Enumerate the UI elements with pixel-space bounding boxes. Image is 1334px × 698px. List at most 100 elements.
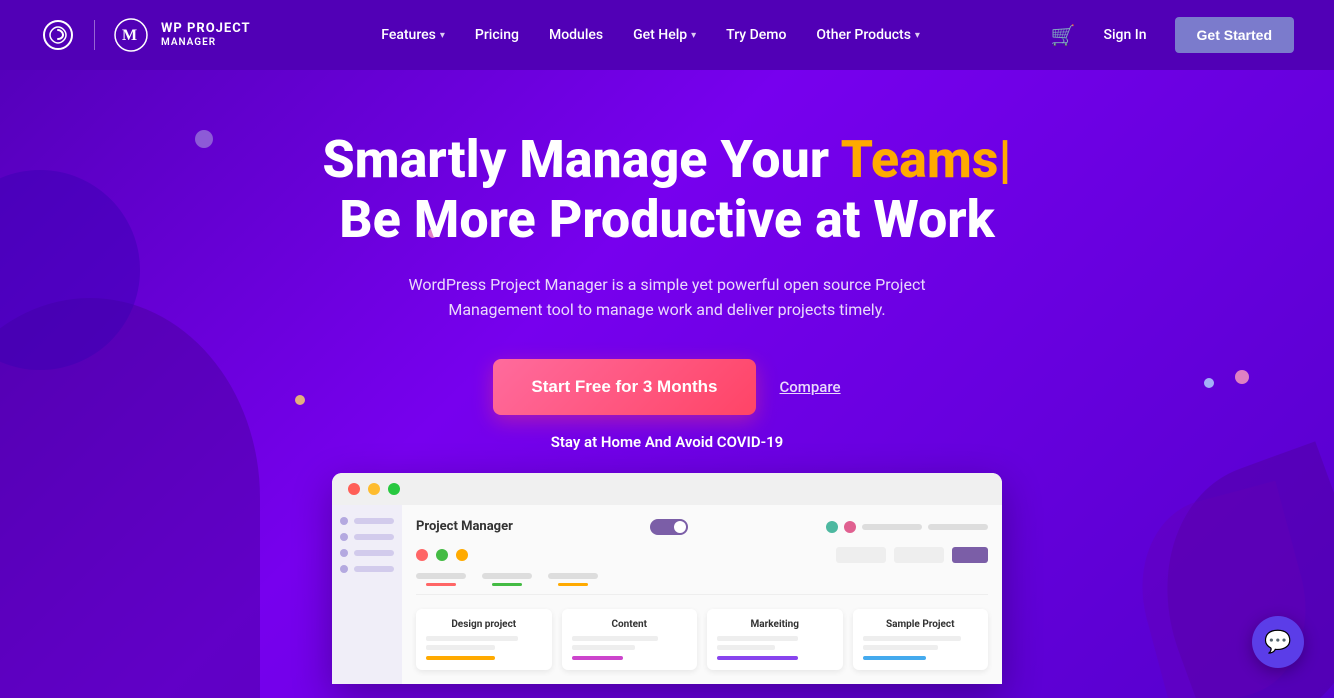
pm-card-line xyxy=(717,636,798,641)
sidebar-line xyxy=(354,566,394,572)
app-main: Project Manager xyxy=(402,505,1002,684)
pm-card-3: Markeiting xyxy=(707,609,843,670)
pm-card-1: Design project xyxy=(416,609,552,670)
pm-filter-pill1 xyxy=(836,547,886,563)
nav-try-demo[interactable]: Try Demo xyxy=(714,19,798,51)
sidebar-row xyxy=(340,533,394,541)
cart-icon[interactable]: 🛒 xyxy=(1051,23,1076,47)
sidebar-line xyxy=(354,518,394,524)
get-started-button[interactable]: Get Started xyxy=(1175,17,1294,53)
titlebar-dot-red xyxy=(348,483,360,495)
pm-card-line xyxy=(863,636,961,641)
nav-get-help[interactable]: Get Help ▾ xyxy=(621,19,708,51)
deco-circle-sm1 xyxy=(195,130,213,148)
nav-features[interactable]: Features ▾ xyxy=(369,19,457,51)
screenshot-body: Project Manager xyxy=(332,505,1002,684)
pm-header-row: Project Manager xyxy=(416,519,988,535)
pm-tabs-row xyxy=(416,573,988,595)
chevron-down-icon: ▾ xyxy=(915,30,920,41)
nav-other-products[interactable]: Other Products ▾ xyxy=(804,19,932,51)
logo-text: WP PROJECT MANAGER xyxy=(161,21,251,49)
sidebar-line xyxy=(354,534,394,540)
sidebar-dot xyxy=(340,533,348,541)
pm-card-lines xyxy=(426,636,542,650)
svg-text:M: M xyxy=(122,27,137,44)
pm-line-gray2 xyxy=(928,524,988,530)
pm-filter-pill-active xyxy=(952,547,988,563)
pm-card-title-2: Content xyxy=(572,619,688,630)
pm-tab-underline xyxy=(492,583,522,586)
sidebar-dot xyxy=(340,517,348,525)
nav-modules[interactable]: Modules xyxy=(537,19,615,51)
hero-section: Smartly Manage Your Teams| Be More Produ… xyxy=(0,70,1334,698)
hero-title-part1: Smartly Manage Your xyxy=(322,129,840,190)
sidebar-dot xyxy=(340,549,348,557)
chevron-down-icon: ▾ xyxy=(440,30,445,41)
pm-tab-underline xyxy=(558,583,588,586)
wpm-logo-icon: M xyxy=(113,17,149,53)
pm-filter-active2 xyxy=(436,549,448,561)
covid-notice: Stay at Home And Avoid COVID-19 xyxy=(551,433,784,451)
pm-filter-row xyxy=(416,547,988,563)
sign-in-button[interactable]: Sign In xyxy=(1092,19,1159,51)
deco-circle-sm3 xyxy=(295,395,305,405)
sidebar-dot xyxy=(340,565,348,573)
pm-tab-1 xyxy=(416,573,466,586)
pm-card-2: Content xyxy=(562,609,698,670)
sidebar-row xyxy=(340,565,394,573)
pm-card-line xyxy=(717,645,775,650)
logo-area: M WP PROJECT MANAGER xyxy=(40,17,251,53)
pm-dot-pink xyxy=(844,521,856,533)
pm-card-line xyxy=(572,636,659,641)
main-nav: Features ▾ Pricing Modules Get Help ▾ Tr… xyxy=(369,19,932,51)
pm-card-line xyxy=(426,636,518,641)
pm-card-line xyxy=(863,645,938,650)
hero-title: Smartly Manage Your Teams| Be More Produ… xyxy=(322,130,1011,250)
pm-tab-underline xyxy=(426,583,456,586)
pm-card-lines xyxy=(863,636,979,650)
pm-toggle xyxy=(650,519,688,535)
hero-title-highlight: Teams| xyxy=(841,129,1012,190)
pm-card-bar xyxy=(426,656,495,660)
pm-indicators xyxy=(826,521,988,533)
hero-title-line2: Be More Productive at Work xyxy=(339,189,995,250)
sidebar-row xyxy=(340,549,394,557)
logo-divider xyxy=(94,20,95,50)
titlebar-dot-yellow xyxy=(368,483,380,495)
pm-app-title: Project Manager xyxy=(416,519,513,534)
pm-card-title-4: Sample Project xyxy=(863,619,979,630)
pm-card-title-3: Markeiting xyxy=(717,619,833,630)
pm-cards-row: Design project Content xyxy=(416,609,988,670)
hero-cta: Start Free for 3 Months Compare xyxy=(493,359,840,415)
pm-card-bar xyxy=(717,656,798,660)
pm-line-gray xyxy=(862,524,922,530)
start-free-button[interactable]: Start Free for 3 Months xyxy=(493,359,755,415)
nav-pricing[interactable]: Pricing xyxy=(463,19,531,51)
pm-tab-line xyxy=(548,573,598,579)
pm-tab-3 xyxy=(548,573,598,586)
pm-dot-teal xyxy=(826,521,838,533)
pm-card-lines xyxy=(572,636,688,650)
pm-card-title-1: Design project xyxy=(426,619,542,630)
logo-wp-text: WP PROJECT xyxy=(161,21,251,37)
pm-card-bar xyxy=(572,656,624,660)
app-sidebar xyxy=(332,505,402,684)
chevron-down-icon: ▾ xyxy=(691,30,696,41)
logo-spiral-icon xyxy=(40,17,76,53)
compare-link[interactable]: Compare xyxy=(780,378,841,396)
logo-manager-text: MANAGER xyxy=(161,37,251,49)
deco-circle-sm5 xyxy=(1235,370,1249,384)
chat-bubble-button[interactable]: 💬 xyxy=(1252,616,1304,668)
pm-filter-active xyxy=(416,549,428,561)
pm-filter-pill2 xyxy=(894,547,944,563)
pm-card-lines xyxy=(717,636,833,650)
pm-header-controls xyxy=(650,519,688,535)
titlebar xyxy=(332,473,1002,505)
pm-filter-active3 xyxy=(456,549,468,561)
pm-tab-line xyxy=(482,573,532,579)
chat-icon: 💬 xyxy=(1264,630,1291,655)
header-actions: 🛒 Sign In Get Started xyxy=(1051,17,1294,53)
app-screenshot-preview: Project Manager xyxy=(332,473,1002,684)
deco-arch xyxy=(0,298,260,698)
pm-card-line xyxy=(572,645,636,650)
